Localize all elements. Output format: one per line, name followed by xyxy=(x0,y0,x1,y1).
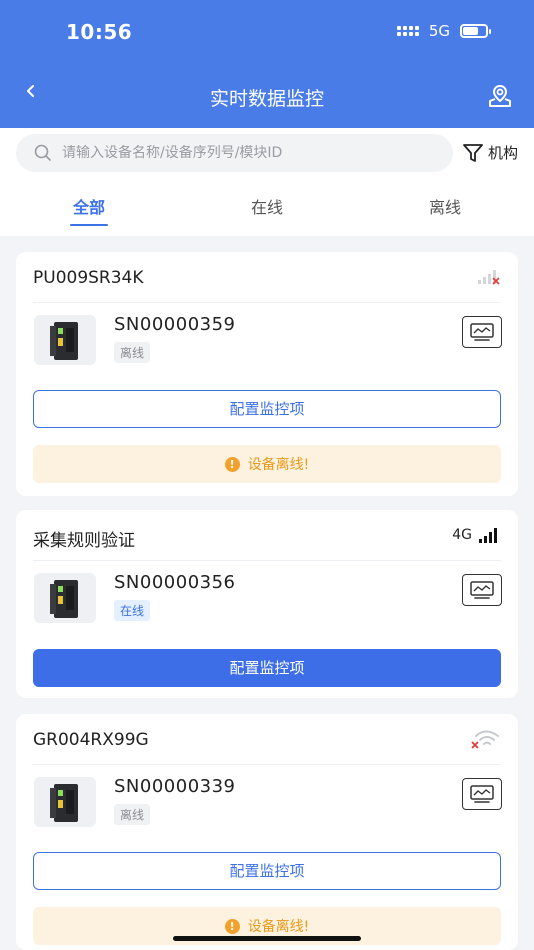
monitor-chart-button[interactable] xyxy=(462,316,502,348)
network-type: 5G xyxy=(428,22,450,40)
search-bar: 机构 xyxy=(0,128,534,180)
configure-monitor-button[interactable]: 配置监控项 xyxy=(33,649,501,687)
status-tabs: 全部 在线 离线 xyxy=(0,180,534,236)
status-indicators: 5G xyxy=(396,22,491,40)
page-title: 实时数据监控 xyxy=(209,88,324,110)
monitor-chart-icon xyxy=(470,581,494,599)
device-name: PU009SR34K xyxy=(33,268,144,288)
configure-monitor-button[interactable]: 配置监控项 xyxy=(33,390,501,428)
status-badge: 在线 xyxy=(114,600,151,621)
home-indicator xyxy=(173,936,361,941)
monitor-chart-icon xyxy=(470,785,494,803)
device-name: GR004RX99G xyxy=(33,730,149,750)
device-serial: SN00000339 xyxy=(114,776,236,797)
status-time: 10:56 xyxy=(66,20,133,44)
battery-icon xyxy=(460,24,491,38)
network-label: 4G xyxy=(452,527,472,543)
tab-offline[interactable]: 离线 xyxy=(356,180,534,236)
filter-icon xyxy=(463,143,483,162)
warning-icon: ! xyxy=(224,456,240,472)
monitor-chart-icon xyxy=(470,323,494,341)
device-name: 采集规则验证 xyxy=(33,531,135,551)
warning-text: 设备离线! xyxy=(247,457,310,473)
warning-text: 设备离线! xyxy=(247,919,310,935)
search-icon xyxy=(34,144,51,161)
cellular-signal-none-icon xyxy=(478,270,500,285)
cellular-signal-icon xyxy=(396,26,419,36)
configure-monitor-button[interactable]: 配置监控项 xyxy=(33,852,501,890)
card-divider xyxy=(33,302,501,303)
status-badge: 离线 xyxy=(114,804,151,825)
device-card[interactable]: 采集规则验证 4G SN00000356 在线 配置监控项 xyxy=(16,510,518,698)
app-header: 10:56 5G 实时数据监控 xyxy=(0,0,534,128)
filter-button[interactable]: 机构 xyxy=(462,142,518,163)
search-input[interactable] xyxy=(62,145,422,161)
device-image xyxy=(34,315,96,365)
device-serial: SN00000356 xyxy=(114,572,236,593)
filter-label: 机构 xyxy=(487,144,518,162)
device-image xyxy=(34,573,96,623)
tab-all[interactable]: 全部 xyxy=(0,180,178,236)
device-image xyxy=(34,777,96,827)
offline-warning: ! 设备离线! xyxy=(33,445,501,483)
monitor-chart-button[interactable] xyxy=(462,778,502,810)
wifi-disconnected-icon xyxy=(471,730,499,749)
search-field[interactable] xyxy=(16,134,453,172)
network-status: 4G xyxy=(452,526,502,544)
device-card[interactable]: GR004RX99G SN00000339 离线 配置监控项 ! 设备离线! xyxy=(16,714,518,950)
card-divider xyxy=(33,560,501,561)
tab-online[interactable]: 在线 xyxy=(178,180,356,236)
device-serial: SN00000359 xyxy=(114,314,236,335)
card-divider xyxy=(33,764,501,765)
monitor-chart-button[interactable] xyxy=(462,574,502,606)
map-location-icon[interactable] xyxy=(486,82,514,110)
status-badge: 离线 xyxy=(114,342,151,363)
cellular-signal-full-icon xyxy=(479,528,497,543)
warning-icon: ! xyxy=(224,918,240,934)
device-card[interactable]: PU009SR34K SN00000359 离线 配置监控项 ! 设备离线! xyxy=(16,252,518,496)
